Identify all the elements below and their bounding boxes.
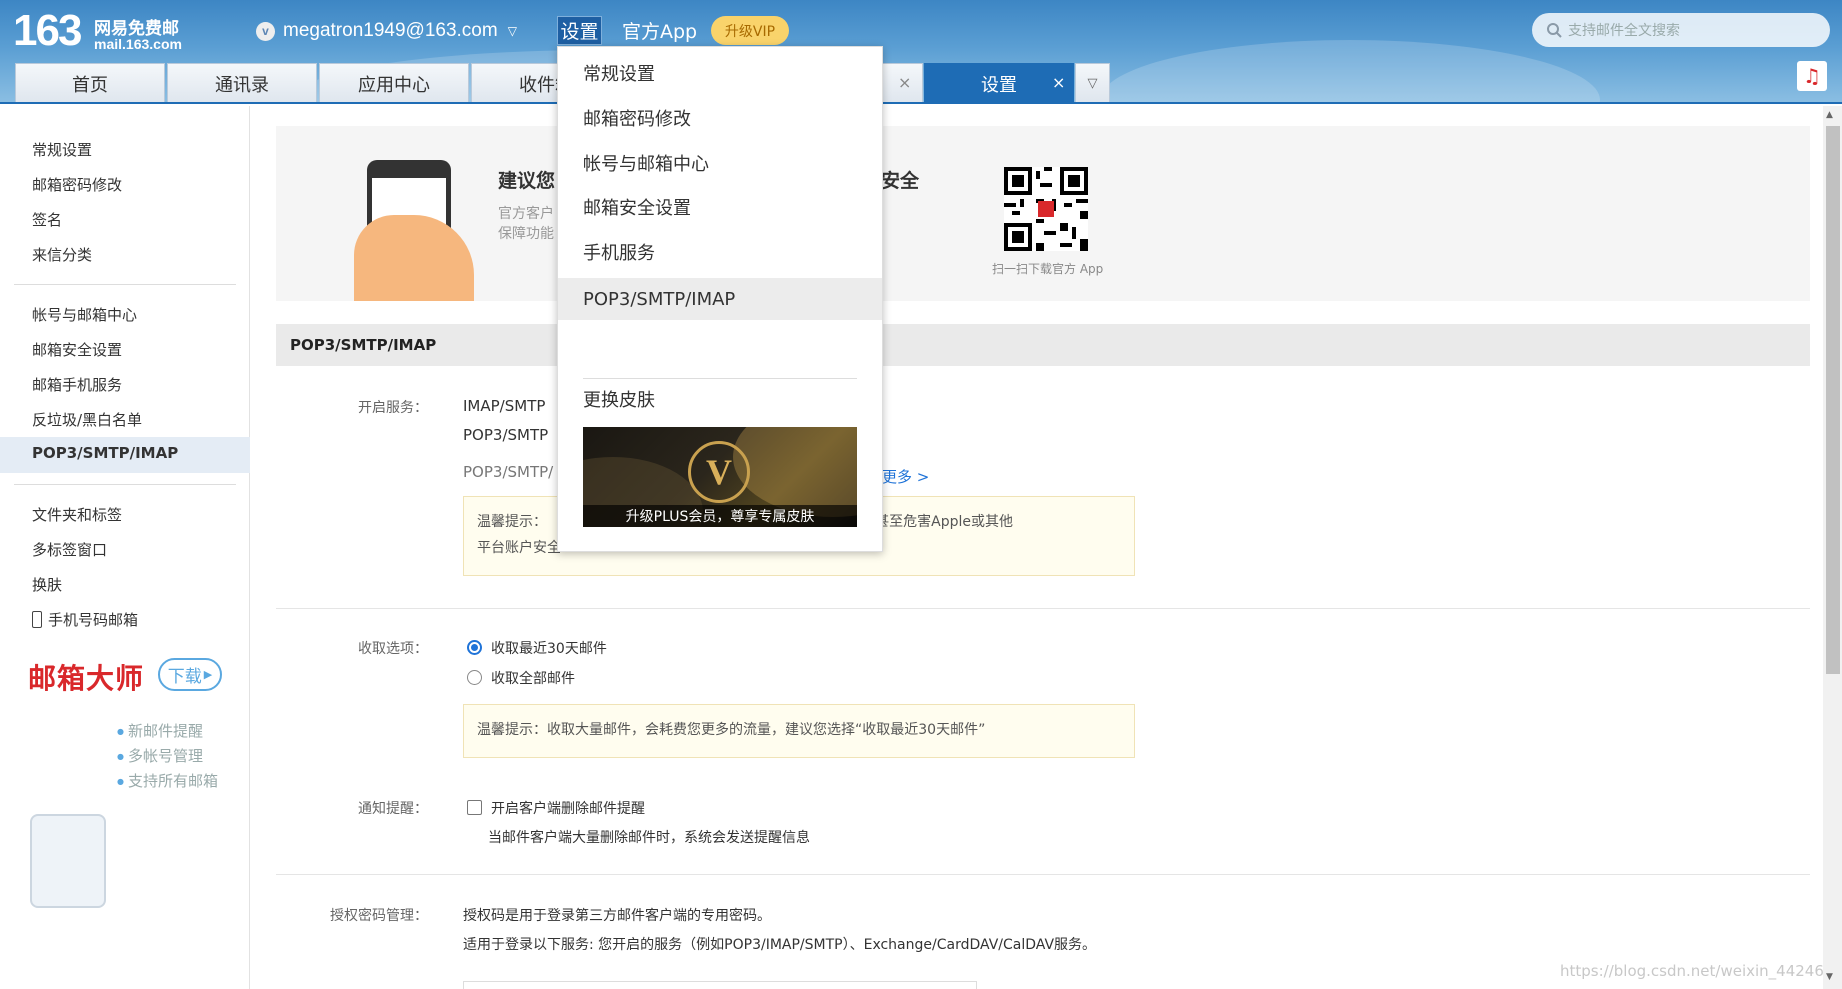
sidebar-divider bbox=[14, 484, 236, 485]
more-link[interactable]: 更多 > bbox=[882, 466, 929, 487]
search-box[interactable]: 支持邮件全文搜索 bbox=[1532, 13, 1830, 47]
tab-home[interactable]: 首页 bbox=[15, 63, 165, 103]
scroll-down-arrow-icon[interactable]: ▼ bbox=[1826, 972, 1833, 982]
promo-feature: 多帐号管理 bbox=[117, 745, 203, 766]
logo-domain: mail.163.com bbox=[94, 36, 182, 52]
sidebar-item-security[interactable]: 邮箱安全设置 bbox=[32, 339, 122, 360]
search-icon bbox=[1547, 23, 1562, 38]
notify-description: 当邮件客户端大量删除邮件时，系统会发送提醒信息 bbox=[488, 830, 810, 846]
promo-title-end: 安全 bbox=[881, 170, 920, 192]
settings-sidebar: 常规设置 邮箱密码修改 签名 来信分类 帐号与邮箱中心 邮箱安全设置 邮箱手机服… bbox=[0, 106, 250, 989]
tab-app-center[interactable]: 应用中心 bbox=[319, 63, 469, 103]
sidebar-item-skin[interactable]: 换肤 bbox=[32, 574, 62, 595]
sidebar-item-antispam[interactable]: 反垃圾/黑白名单 bbox=[32, 409, 142, 430]
sidebar-item-signature[interactable]: 签名 bbox=[32, 209, 62, 230]
section-divider bbox=[276, 608, 1810, 609]
search-input[interactable]: 支持邮件全文搜索 bbox=[1568, 20, 1680, 40]
delete-alert-checkbox[interactable] bbox=[467, 800, 482, 815]
tip-text: 温馨提示： bbox=[477, 514, 547, 530]
sidebar-item-mobile-service[interactable]: 邮箱手机服务 bbox=[32, 374, 122, 395]
tab-settings[interactable]: 设置 × bbox=[924, 63, 1074, 103]
service-pop3-smtp: POP3/SMTP bbox=[463, 426, 549, 444]
logo-number[interactable]: 163 bbox=[13, 6, 82, 56]
menu-item-change-skin[interactable]: 更换皮肤 bbox=[558, 378, 882, 420]
notify-label: 通知提醒： bbox=[358, 801, 428, 817]
skin-banner-caption: 升级PLUS会员，尊享专属皮肤 bbox=[583, 505, 857, 527]
sidebar-item-folders-tags[interactable]: 文件夹和标签 bbox=[32, 504, 122, 525]
account-switcher[interactable]: v megatron1949@163.com ▽ bbox=[256, 18, 517, 44]
tip-text: 温馨提示：收取大量邮件，会耗费您更多的流量，建议您选择“收取最近30天邮件” bbox=[477, 722, 986, 738]
mail-master-phone-illustration bbox=[30, 814, 106, 908]
sidebar-item-account-center[interactable]: 帐号与邮箱中心 bbox=[32, 304, 137, 325]
service-imap-smtp: IMAP/SMTP bbox=[463, 397, 546, 415]
sidebar-item-pop3-smtp-imap[interactable]: POP3/SMTP/IMAP bbox=[32, 444, 178, 462]
promo-subtitle: 保障功能 bbox=[498, 226, 554, 242]
v-badge-icon: V bbox=[688, 441, 750, 503]
service-pop3-smtp-info: POP3/SMTP/ bbox=[463, 463, 554, 481]
user-email[interactable]: megatron1949@163.com bbox=[283, 20, 498, 42]
sidebar-divider bbox=[14, 284, 236, 285]
radio-label[interactable]: 收取最近30天邮件 bbox=[491, 638, 607, 658]
plus-skin-banner[interactable]: V 升级PLUS会员，尊享专属皮肤 bbox=[583, 427, 857, 527]
sidebar-item-password[interactable]: 邮箱密码修改 bbox=[32, 174, 122, 195]
chevron-down-icon[interactable]: ▽ bbox=[508, 24, 517, 38]
services-label: 开启服务： bbox=[358, 400, 428, 416]
menu-item-mobile-service[interactable]: 手机服务 bbox=[558, 226, 882, 278]
sidebar-item-phone-mailbox[interactable]: 手机号码邮箱 bbox=[32, 609, 138, 630]
qr-code-icon bbox=[1004, 167, 1088, 251]
close-icon[interactable]: × bbox=[898, 73, 911, 92]
tab-contacts[interactable]: 通讯录 bbox=[167, 63, 317, 103]
promo-feature: 新邮件提醒 bbox=[117, 720, 203, 741]
tip-text: 甚至危害Apple或其他 bbox=[875, 514, 1013, 530]
tab-settings-label: 设置 bbox=[981, 74, 1017, 96]
tab-list-chevron-icon[interactable]: ▽ bbox=[1075, 63, 1110, 103]
header-bar: 163 网易免费邮 mail.163.com v megatron1949@16… bbox=[0, 0, 1842, 104]
close-icon[interactable]: × bbox=[1052, 73, 1065, 92]
sidebar-item-label: 手机号码邮箱 bbox=[48, 611, 139, 629]
radio-all-mail[interactable] bbox=[467, 670, 482, 685]
fetch-options-label: 收取选项： bbox=[358, 641, 428, 657]
mail-master-download-button[interactable]: 下载 ▶ bbox=[158, 658, 222, 691]
section-title: POP3/SMTP/IMAP bbox=[276, 324, 1810, 366]
promo-feature: 支持所有邮箱 bbox=[117, 770, 218, 791]
nav-settings-button[interactable]: 设置 bbox=[557, 16, 602, 45]
settings-dropdown-menu: 常规设置 邮箱密码修改 帐号与邮箱中心 邮箱安全设置 手机服务 POP3/SMT… bbox=[557, 46, 883, 552]
header-divider bbox=[0, 102, 1842, 104]
user-badge-icon: v bbox=[256, 21, 275, 41]
radio-label[interactable]: 收取全部邮件 bbox=[491, 668, 575, 688]
watermark: https://blog.csdn.net/weixin_44246009 bbox=[1560, 962, 1842, 980]
scrollbar-thumb[interactable] bbox=[1826, 126, 1840, 674]
upgrade-vip-button[interactable]: 升级VIP bbox=[711, 16, 789, 45]
qr-caption: 扫一扫下载官方 App bbox=[992, 262, 1104, 276]
music-icon[interactable]: ♫ bbox=[1797, 61, 1827, 91]
tab-bar: 首页 通讯录 应用中心 收件箱 × 设置 × ▽ bbox=[0, 63, 1842, 104]
section-divider bbox=[276, 874, 1810, 875]
sidebar-item-multi-tab[interactable]: 多标签窗口 bbox=[32, 539, 107, 560]
mail-master-logo[interactable]: 邮箱大师 bbox=[28, 657, 144, 697]
download-label: 下载 bbox=[167, 667, 202, 687]
auth-code-line: 适用于登录以下服务: 您开启的服务（例如POP3/IMAP/SMTP）、Exch… bbox=[463, 937, 1097, 953]
scroll-up-arrow-icon[interactable]: ▲ bbox=[1826, 110, 1833, 120]
auth-code-table bbox=[463, 981, 977, 989]
phone-icon bbox=[32, 611, 42, 628]
sidebar-item-general[interactable]: 常规设置 bbox=[32, 139, 92, 160]
menu-item-pop3-smtp-imap[interactable]: POP3/SMTP/IMAP bbox=[558, 278, 882, 320]
auth-code-label: 授权密码管理： bbox=[330, 908, 428, 924]
promo-title: 建议您 bbox=[498, 170, 556, 192]
radio-recent-30-days[interactable] bbox=[467, 640, 482, 655]
nav-official-app-link[interactable]: 官方App bbox=[622, 16, 697, 45]
fetch-tip-box: 温馨提示：收取大量邮件，会耗费您更多的流量，建议您选择“收取最近30天邮件” bbox=[463, 704, 1135, 758]
banner-decoration bbox=[733, 427, 857, 517]
chevron-right-icon: ▶ bbox=[203, 668, 213, 681]
sidebar-item-mail-filter[interactable]: 来信分类 bbox=[32, 244, 92, 265]
auth-code-line: 授权码是用于登录第三方邮件客户端的专用密码。 bbox=[463, 908, 771, 924]
promo-subtitle: 官方客户 bbox=[498, 206, 554, 222]
checkbox-label[interactable]: 开启客户端删除邮件提醒 bbox=[491, 798, 645, 818]
